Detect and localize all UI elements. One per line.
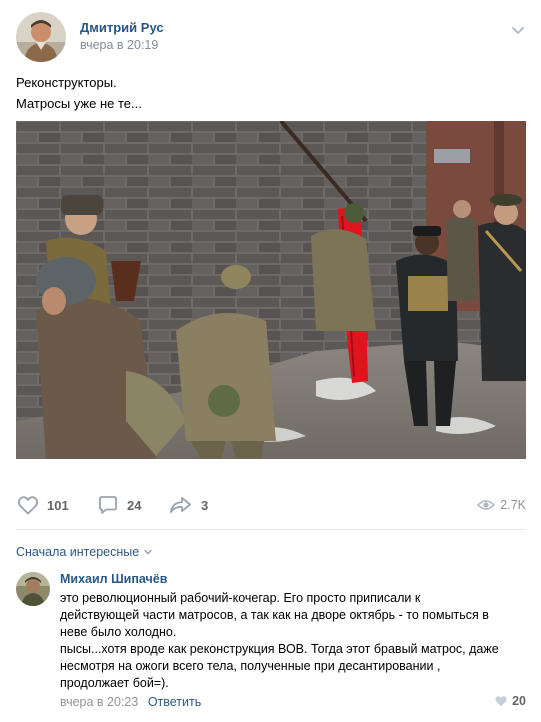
author-avatar[interactable] <box>16 12 66 62</box>
like-button[interactable]: 101 <box>16 490 69 520</box>
comment-likes-count: 20 <box>512 694 526 708</box>
comments-sort-label: Сначала интересные <box>16 545 140 559</box>
divider <box>16 529 526 530</box>
likes-count: 101 <box>47 497 69 513</box>
views-counter: 2.7K <box>477 490 526 520</box>
post-header: Дмитрий Рус вчера в 20:19 <box>16 12 526 62</box>
comments-sort-toggle[interactable]: Сначала интересные <box>16 545 153 559</box>
views-count: 2.7K <box>500 498 526 512</box>
comment-text-line: неве было холодно. <box>60 625 177 639</box>
commenter-name-link[interactable]: Михаил Шипачёв <box>60 572 167 586</box>
shares-count: 3 <box>201 497 209 513</box>
comment-text-line: пысы...хотя вроде как реконструкция ВОВ.… <box>60 642 499 656</box>
reply-button[interactable]: Ответить <box>148 695 201 709</box>
commenter-avatar-image <box>16 572 50 606</box>
comment-text: это революционный рабочий-кочегар. Его п… <box>60 590 530 692</box>
comment-button[interactable]: 24 <box>96 490 141 520</box>
comment-text-line: несмотря на ожоги всего тела, полученные… <box>60 659 441 673</box>
reenactors-photo <box>16 121 526 459</box>
chevron-down-icon[interactable] <box>510 22 526 38</box>
comment-like-button[interactable]: 20 <box>494 694 526 708</box>
heart-icon <box>495 696 507 707</box>
commenter-avatar[interactable] <box>16 572 50 606</box>
post-text-line: Матросы уже не те... <box>16 96 142 111</box>
comment-text-line: это революционный рабочий-кочегар. Его п… <box>60 591 421 605</box>
comment-icon <box>99 496 117 514</box>
comment-text-line: действующей части матросов, а так как на… <box>60 608 489 622</box>
comment-timestamp[interactable]: вчера в 20:23 <box>60 695 138 709</box>
post-photo[interactable] <box>16 121 526 459</box>
heart-icon <box>17 496 39 515</box>
chevron-down-icon <box>144 549 152 555</box>
post-text-line: Реконструкторы. <box>16 75 117 90</box>
post-actions: 101 24 3 2.7K <box>16 490 526 520</box>
share-icon <box>170 497 191 513</box>
comments-count: 24 <box>127 497 142 513</box>
post-text: Реконструкторы. Матросы уже не те... <box>16 72 142 114</box>
eye-icon <box>477 500 496 510</box>
comment-meta: вчера в 20:23 Ответить <box>60 695 201 709</box>
comment-text-line: продолжает бой=). <box>60 676 169 690</box>
post-author-link[interactable]: Дмитрий Рус <box>80 20 164 35</box>
post-timestamp[interactable]: вчера в 20:19 <box>80 38 158 52</box>
author-avatar-image <box>16 12 66 62</box>
share-button[interactable]: 3 <box>168 490 208 520</box>
